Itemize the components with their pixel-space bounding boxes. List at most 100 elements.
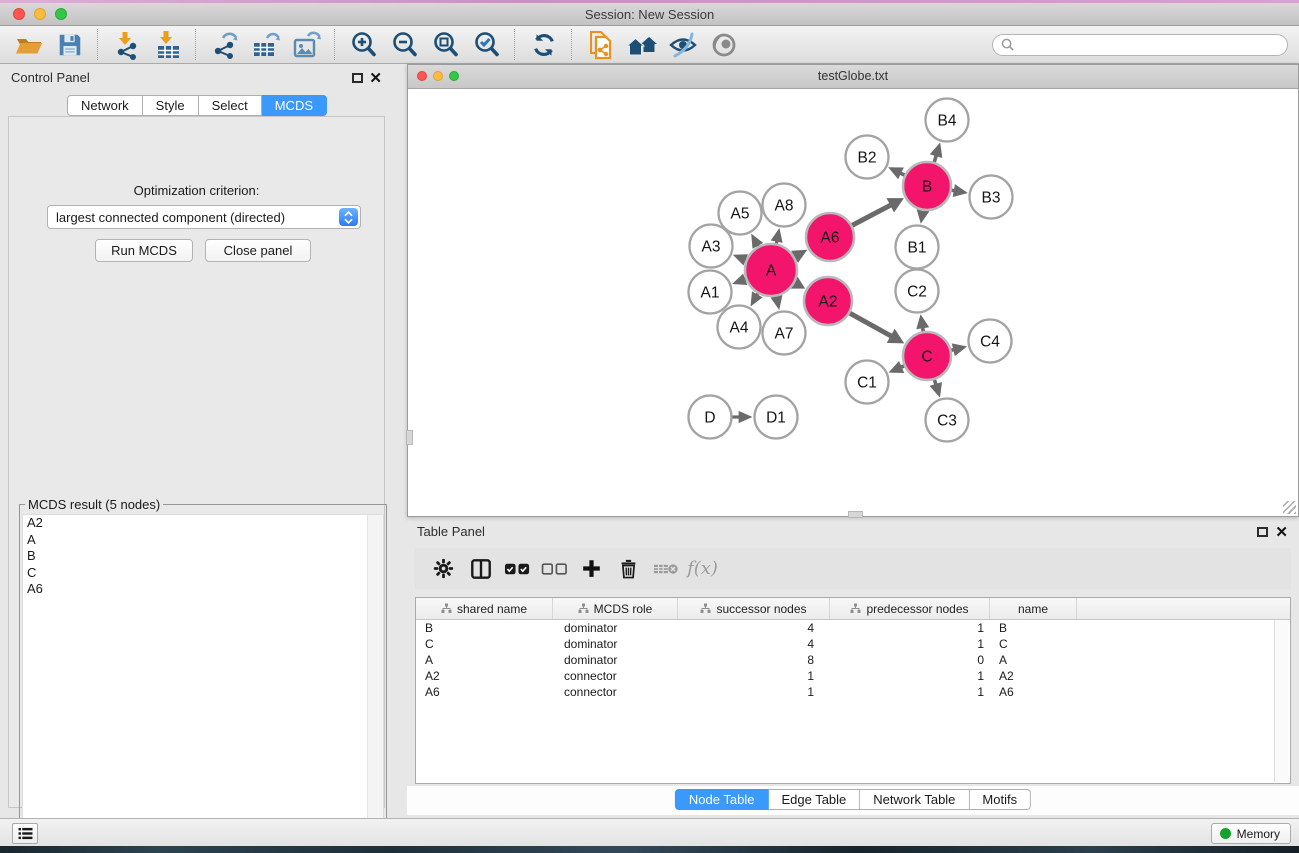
show-all-button[interactable] — [703, 28, 744, 62]
graph-node-B1[interactable]: B1 — [896, 226, 939, 269]
table-cell[interactable]: 1 — [830, 637, 990, 651]
frame-resize-grip-bottom[interactable] — [848, 511, 863, 518]
close-panel-icon[interactable]: ✕ — [369, 74, 382, 84]
function-builder-button[interactable]: f(x) — [684, 552, 721, 585]
table-settings-button[interactable] — [425, 552, 462, 585]
tab-select[interactable]: Select — [199, 95, 262, 116]
network-window-titlebar[interactable]: testGlobe.txt — [408, 65, 1298, 89]
table-cell[interactable]: B — [990, 621, 1077, 635]
graph-node-A6[interactable]: A6 — [806, 213, 854, 261]
optimization-criterion-dropdown[interactable]: largest connected component (directed) — [47, 205, 361, 229]
refresh-layout-button[interactable] — [523, 28, 564, 62]
table-row[interactable]: Adominator80A — [416, 652, 1290, 668]
import-network-button[interactable] — [106, 28, 147, 62]
graph-node-B[interactable]: B — [903, 162, 951, 210]
tab-mcds[interactable]: MCDS — [262, 95, 327, 116]
table-cell[interactable]: A — [416, 653, 553, 667]
float-panel-icon[interactable] — [1257, 527, 1268, 537]
mcds-result-list[interactable]: A2ABCA6 — [22, 514, 384, 846]
table-cell[interactable]: A — [990, 653, 1077, 667]
table-cell[interactable]: dominator — [553, 637, 678, 651]
graph-node-C2[interactable]: C2 — [896, 270, 939, 313]
unselect-all-button[interactable] — [536, 552, 573, 585]
graph-node-A[interactable]: A — [745, 244, 797, 296]
table-cell[interactable]: connector — [553, 685, 678, 699]
graph-node-D[interactable]: D — [689, 396, 732, 439]
table-cell[interactable]: A6 — [990, 685, 1077, 699]
column-header-predecessor-nodes[interactable]: predecessor nodes — [830, 598, 990, 619]
export-network-button[interactable] — [204, 28, 245, 62]
float-panel-icon[interactable] — [352, 73, 363, 83]
graph-node-C4[interactable]: C4 — [969, 320, 1012, 363]
table-cell[interactable]: C — [416, 637, 553, 651]
table-cell[interactable]: A2 — [416, 669, 553, 683]
close-panel-button[interactable]: Close panel — [205, 239, 311, 262]
table-cell[interactable]: B — [416, 621, 553, 635]
network-from-file-button[interactable] — [580, 28, 621, 62]
graph-node-A3[interactable]: A3 — [690, 225, 733, 268]
graph-node-C[interactable]: C — [903, 332, 951, 380]
delete-table-button[interactable] — [647, 552, 684, 585]
table-cell[interactable]: connector — [553, 669, 678, 683]
column-header-mcds-role[interactable]: MCDS role — [553, 598, 678, 619]
hide-selected-button[interactable] — [662, 28, 703, 62]
table-cell[interactable]: C — [990, 637, 1077, 651]
graph-node-D1[interactable]: D1 — [755, 396, 798, 439]
open-session-button[interactable] — [8, 28, 49, 62]
table-cell[interactable]: A6 — [416, 685, 553, 699]
import-table-button[interactable] — [147, 28, 188, 62]
table-cell[interactable]: 1 — [678, 685, 830, 699]
save-session-button[interactable] — [49, 28, 90, 62]
home-views-button[interactable] — [621, 28, 662, 62]
table-cell[interactable]: 1 — [830, 669, 990, 683]
graph-node-B4[interactable]: B4 — [926, 99, 969, 142]
tab-motifs[interactable]: Motifs — [969, 789, 1031, 810]
frame-resize-grip-corner[interactable] — [1283, 501, 1296, 514]
table-cell[interactable]: 4 — [678, 637, 830, 651]
show-columns-button[interactable] — [462, 552, 499, 585]
graph-node-C3[interactable]: C3 — [926, 399, 969, 442]
tab-edge-table[interactable]: Edge Table — [768, 789, 860, 810]
table-cell[interactable]: 0 — [830, 653, 990, 667]
zoom-in-button[interactable] — [343, 28, 384, 62]
network-graph[interactable]: AA1A2A3A4A5A6A7A8BB1B2B3B4CC1C2C3C4DD1 — [408, 88, 1298, 516]
table-cell[interactable]: 1 — [830, 621, 990, 635]
column-header-shared-name[interactable]: shared name — [416, 598, 553, 619]
add-column-button[interactable] — [573, 552, 610, 585]
column-header-name[interactable]: name — [990, 598, 1077, 619]
graph-node-A4[interactable]: A4 — [718, 306, 761, 349]
table-scrollbar-track[interactable] — [1274, 620, 1289, 782]
tab-network[interactable]: Network — [67, 95, 143, 116]
zoom-selected-button[interactable] — [466, 28, 507, 62]
export-image-button[interactable] — [286, 28, 327, 62]
graph-edge-A2-C[interactable] — [850, 313, 893, 337]
table-row[interactable]: Bdominator41B — [416, 620, 1290, 636]
mcds-result-item[interactable]: A6 — [23, 581, 383, 598]
search-input[interactable] — [1019, 35, 1279, 55]
mcds-result-item[interactable]: C — [23, 565, 383, 582]
search-field[interactable] — [992, 34, 1288, 56]
run-mcds-button[interactable]: Run MCDS — [95, 239, 193, 262]
graph-node-C1[interactable]: C1 — [846, 361, 889, 404]
table-row[interactable]: A2connector11A2 — [416, 668, 1290, 684]
zoom-out-button[interactable] — [384, 28, 425, 62]
tab-style[interactable]: Style — [143, 95, 199, 116]
graph-node-A5[interactable]: A5 — [719, 192, 762, 235]
column-header-successor-nodes[interactable]: successor nodes — [678, 598, 830, 619]
graph-node-B2[interactable]: B2 — [846, 136, 889, 179]
tab-node-table[interactable]: Node Table — [675, 789, 769, 810]
memory-button[interactable]: Memory — [1211, 823, 1291, 844]
graph-node-A8[interactable]: A8 — [763, 184, 806, 227]
graph-edge-A6-B[interactable] — [852, 204, 893, 225]
table-cell[interactable]: 8 — [678, 653, 830, 667]
table-cell[interactable]: 4 — [678, 621, 830, 635]
graph-node-A2[interactable]: A2 — [804, 277, 852, 325]
frame-resize-grip-left[interactable] — [406, 430, 413, 445]
zoom-fit-button[interactable] — [425, 28, 466, 62]
mcds-result-item[interactable]: A — [23, 532, 383, 549]
tab-network-table[interactable]: Network Table — [860, 789, 969, 810]
scrollbar-track[interactable] — [367, 515, 383, 845]
select-all-button[interactable] — [499, 552, 536, 585]
table-row[interactable]: A6connector11A6 — [416, 684, 1290, 700]
network-canvas[interactable]: AA1A2A3A4A5A6A7A8BB1B2B3B4CC1C2C3C4DD1 — [408, 88, 1298, 516]
